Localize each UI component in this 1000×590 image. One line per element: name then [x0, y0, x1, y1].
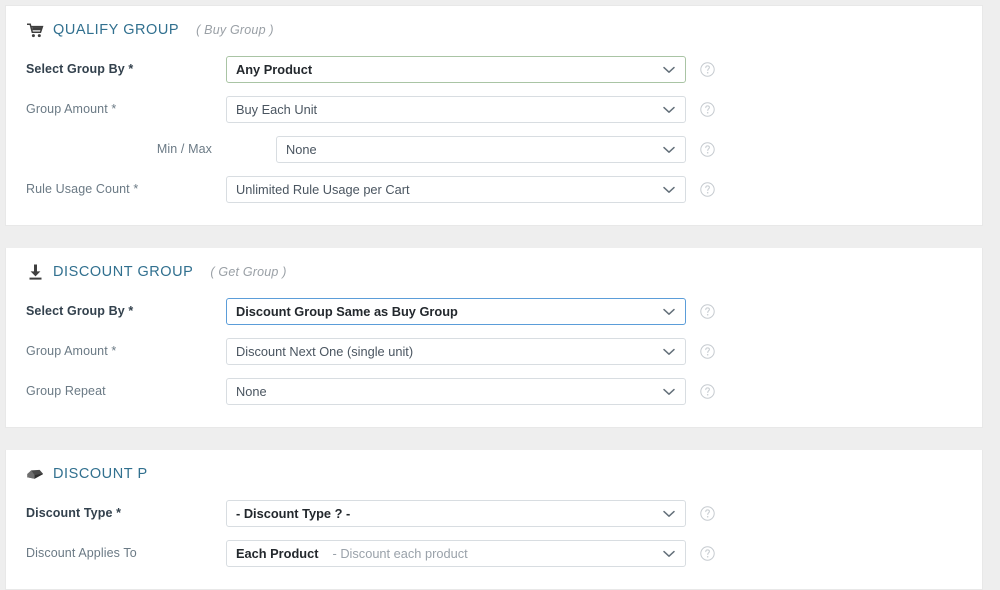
- help-circle-icon[interactable]: [700, 384, 715, 399]
- section-qualify-group: QUALIFY GROUP ( Buy Group ) Select Group B…: [5, 5, 983, 226]
- field-wrapper: None: [276, 136, 686, 163]
- select-value: Unlimited Rule Usage per Cart: [236, 182, 410, 197]
- section-title: QUALIFY GROUP: [53, 22, 179, 38]
- field-label: Group Amount *: [26, 344, 226, 358]
- form-row: Discount Type * - Discount Type ? -: [6, 493, 982, 533]
- select-value: None: [286, 142, 317, 157]
- field-wrapper: Buy Each Unit: [226, 96, 686, 123]
- select-value: Discount Group Same as Buy Group: [236, 304, 458, 319]
- select-value: Discount Next One (single unit): [236, 344, 413, 359]
- select-qualify-group-2[interactable]: None: [276, 136, 686, 163]
- download-icon: [26, 263, 44, 281]
- field-label: Discount Type *: [26, 506, 226, 520]
- form-row: Group Amount * Buy Each Unit: [6, 89, 982, 129]
- select-discount-p-0[interactable]: - Discount Type ? -: [226, 500, 686, 527]
- form-row: Rule Usage Count * Unlimited Rule Usage p…: [6, 169, 982, 209]
- select-qualify-group-0[interactable]: Any Product: [226, 56, 686, 83]
- form-row: Discount Applies To Each Product - Discoun…: [6, 533, 982, 573]
- section-subtitle: ( Buy Group ): [196, 23, 274, 37]
- field-label: Group Amount *: [26, 102, 226, 116]
- field-wrapper: None: [226, 378, 686, 405]
- form-row: Min / Max None: [6, 129, 982, 169]
- section-subtitle: ( Get Group ): [210, 265, 286, 279]
- select-discount-group-0[interactable]: Discount Group Same as Buy Group: [226, 298, 686, 325]
- chevron-down-icon: [663, 57, 675, 83]
- chevron-down-icon: [663, 501, 675, 527]
- select-discount-group-2[interactable]: None: [226, 378, 686, 405]
- chevron-down-icon: [663, 137, 675, 163]
- field-label: Min / Max: [26, 142, 226, 156]
- chevron-down-icon: [663, 541, 675, 567]
- select-value: Each Product: [236, 546, 319, 561]
- select-value: None: [236, 384, 267, 399]
- select-qualify-group-3[interactable]: Unlimited Rule Usage per Cart: [226, 176, 686, 203]
- field-wrapper: Discount Group Same as Buy Group: [226, 298, 686, 325]
- section-title: DISCOUNT GROUP: [53, 264, 193, 280]
- section-header-discount-group: DISCOUNT GROUP ( Get Group ): [6, 248, 982, 291]
- field-label: Group Repeat: [26, 384, 226, 398]
- field-label: Rule Usage Count *: [26, 182, 226, 196]
- section-discount-p: DISCOUNT P Discount Type * - Discount Type…: [5, 450, 983, 590]
- field-label: Select Group By *: [26, 62, 226, 76]
- select-value-description: - Discount each product: [333, 546, 468, 561]
- section-discount-group: DISCOUNT GROUP ( Get Group ) Select Group …: [5, 248, 983, 428]
- help-circle-icon[interactable]: [700, 62, 715, 77]
- select-qualify-group-1[interactable]: Buy Each Unit: [226, 96, 686, 123]
- field-label: Select Group By *: [26, 304, 226, 318]
- help-circle-icon[interactable]: [700, 344, 715, 359]
- chevron-down-icon: [663, 379, 675, 405]
- chevron-down-icon: [663, 97, 675, 123]
- form-row: Select Group By * Discount Group Same as …: [6, 291, 982, 331]
- section-title: DISCOUNT P: [53, 466, 148, 482]
- discount-rule-form: QUALIFY GROUP ( Buy Group ) Select Group B…: [0, 0, 1000, 574]
- form-row: Select Group By * Any Product: [6, 49, 982, 89]
- form-row: Group Repeat None: [6, 371, 982, 411]
- help-circle-icon[interactable]: [700, 304, 715, 319]
- form-row: Group Amount * Discount Next One (single …: [6, 331, 982, 371]
- field-label: Discount Applies To: [26, 546, 226, 560]
- chevron-down-icon: [663, 339, 675, 365]
- chevron-down-icon: [663, 177, 675, 203]
- field-wrapper: Any Product: [226, 56, 686, 83]
- field-wrapper: Unlimited Rule Usage per Cart: [226, 176, 686, 203]
- field-wrapper: Discount Next One (single unit): [226, 338, 686, 365]
- select-value: Buy Each Unit: [236, 102, 317, 117]
- help-circle-icon[interactable]: [700, 506, 715, 521]
- select-value: Any Product: [236, 62, 312, 77]
- section-header-qualify-group: QUALIFY GROUP ( Buy Group ): [6, 6, 982, 49]
- help-circle-icon[interactable]: [700, 182, 715, 197]
- field-wrapper: - Discount Type ? -: [226, 500, 686, 527]
- help-circle-icon[interactable]: [700, 546, 715, 561]
- chevron-down-icon: [663, 299, 675, 325]
- select-discount-p-1[interactable]: Each Product - Discount each product: [226, 540, 686, 567]
- eraser-icon: [26, 465, 44, 483]
- select-value: - Discount Type ? -: [236, 506, 350, 521]
- help-circle-icon[interactable]: [700, 102, 715, 117]
- select-discount-group-1[interactable]: Discount Next One (single unit): [226, 338, 686, 365]
- shopping-cart-icon: [26, 21, 44, 39]
- help-circle-icon[interactable]: [700, 142, 715, 157]
- section-header-discount-p: DISCOUNT P: [6, 450, 982, 493]
- field-wrapper: Each Product - Discount each product: [226, 540, 686, 567]
